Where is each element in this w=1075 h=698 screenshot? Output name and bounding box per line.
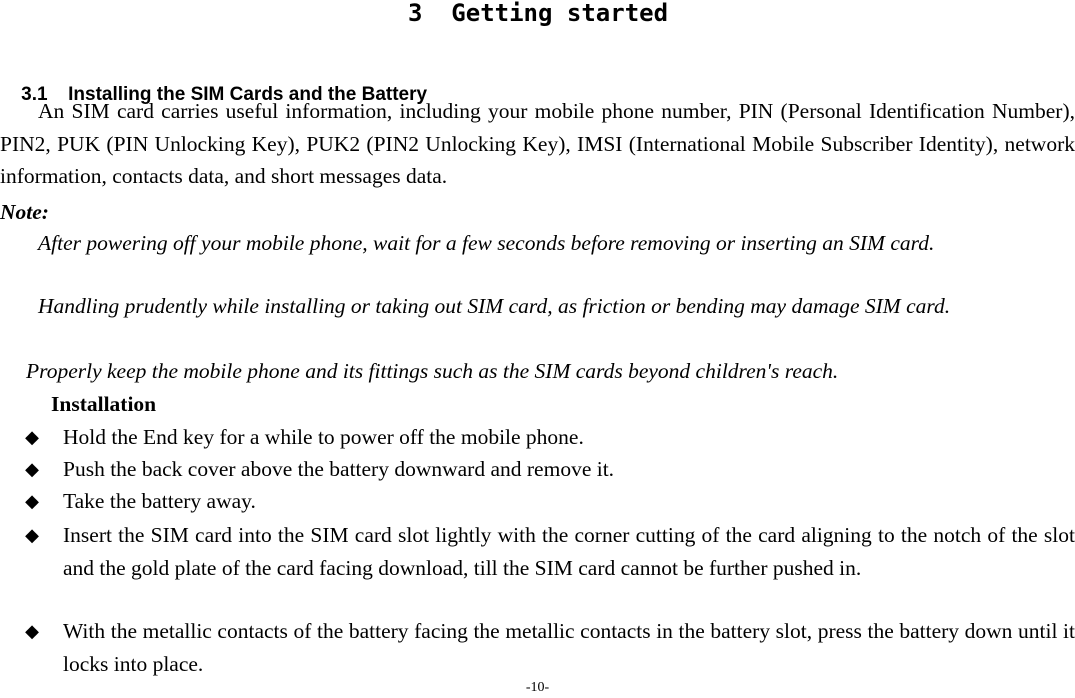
note-label: Note: [0,200,49,224]
diamond-bullet-icon: ◆ [25,459,39,479]
installation-step: ◆ Insert the SIM card into the SIM card … [0,519,1075,584]
diamond-bullet-icon: ◆ [25,427,39,447]
chapter-title: 3 Getting started [407,0,669,27]
installation-step: ◆ Take the battery away. [0,485,1075,518]
diamond-bullet-icon: ◆ [25,621,39,641]
step-text: Push the back cover above the battery do… [63,457,615,481]
step-text: Insert the SIM card into the SIM card sl… [63,523,1075,580]
note-item: Handling prudently while installing or t… [38,294,951,318]
diamond-bullet-icon: ◆ [25,525,39,545]
step-text: Take the battery away. [63,489,256,513]
document-page: 3 Getting started 3.1 Installing the SIM … [0,0,1075,698]
step-text: Hold the End key for a while to power of… [63,425,584,449]
installation-step: ◆ With the metallic contacts of the batt… [0,615,1075,680]
note-item: After powering off your mobile phone, wa… [38,231,935,255]
installation-step: ◆ Push the back cover above the battery … [0,453,1075,486]
installation-heading: Installation [51,392,157,416]
intro-paragraph: An SIM card carries useful information, … [0,99,1075,188]
note-item: Properly keep the mobile phone and its f… [26,359,839,383]
diamond-bullet-icon: ◆ [25,491,39,511]
page-number: -10- [525,680,550,695]
step-text: With the metallic contacts of the batter… [63,619,1075,676]
installation-step: ◆ Hold the End key for a while to power … [0,421,1075,454]
